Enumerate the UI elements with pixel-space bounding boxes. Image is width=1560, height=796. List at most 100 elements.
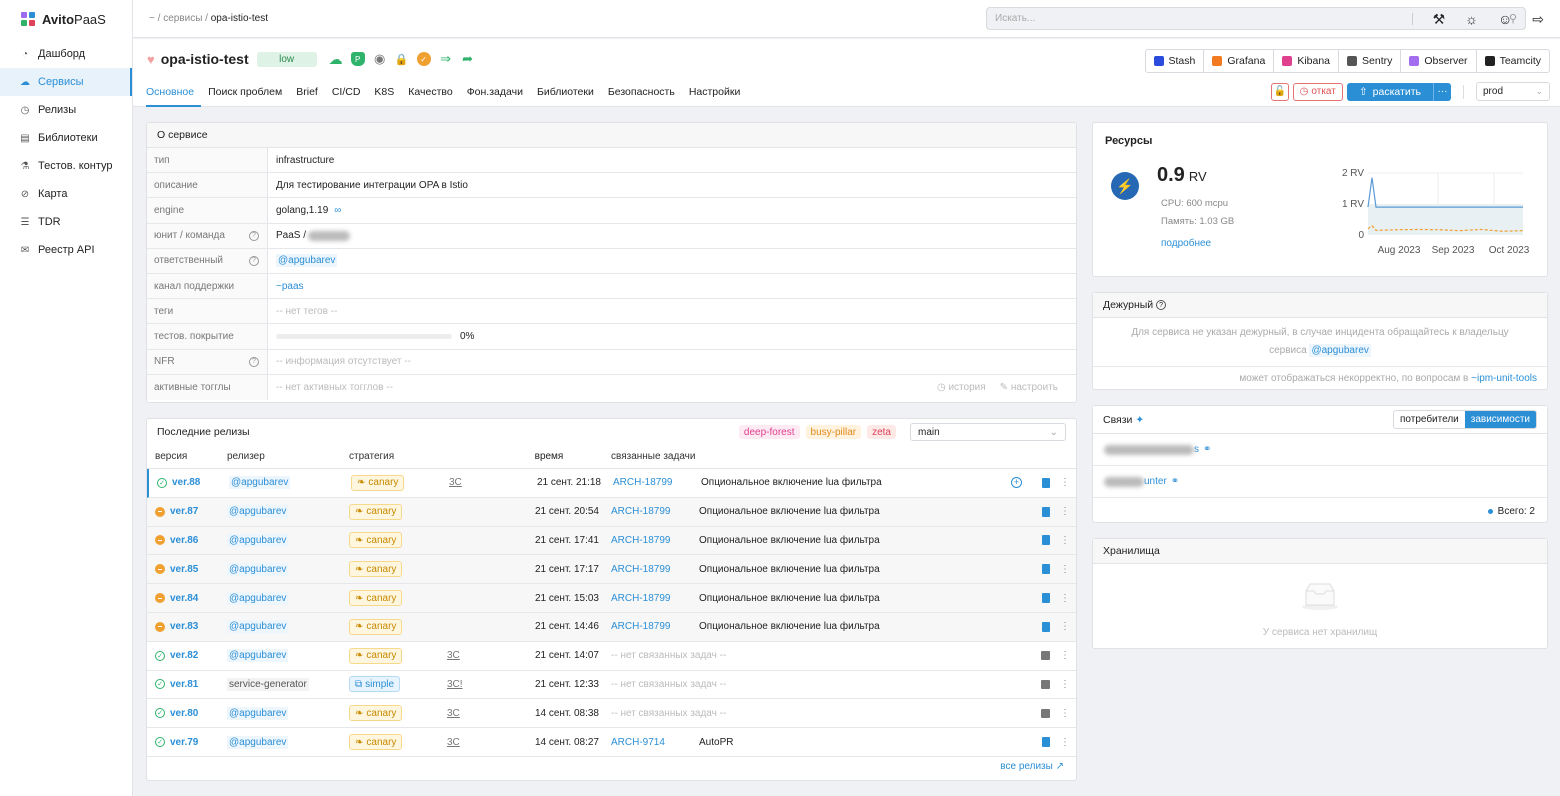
add-icon[interactable]: + [1011, 477, 1022, 489]
tools-icon[interactable]: ⚒ [1433, 11, 1446, 28]
breadcrumb-services[interactable]: сервисы [163, 13, 202, 24]
app-logo[interactable]: Avito PaaS [0, 0, 132, 38]
release-row[interactable]: ✓ ver.80 @apgubarev ❧ canary 3C 14 сент. 08:38… [147, 699, 1076, 729]
info-value-text[interactable]: ~paas [276, 281, 304, 292]
more-icon[interactable]: ⋮ [1060, 477, 1070, 488]
theme-icon[interactable]: ☼ [1465, 11, 1478, 27]
release-row[interactable]: ✓ ver.82 @apgubarev ❧ canary 3C 21 сент. 14:07… [147, 641, 1076, 671]
favorite-icon[interactable]: ♥ [147, 52, 155, 67]
link-icon[interactable]: ∞ [334, 205, 341, 216]
shield-icon[interactable]: P [350, 52, 365, 66]
releaser-link[interactable]: @apgubarev [227, 505, 289, 519]
deploy-more-button[interactable]: ··· [1433, 82, 1451, 101]
capabilities[interactable]: 3C [447, 737, 499, 748]
changelog-icon[interactable] [1042, 506, 1050, 517]
chain-link-icon[interactable]: ⚭ [1171, 476, 1179, 487]
capabilities[interactable]: 3C [447, 650, 499, 661]
capabilities[interactable]: 3C! [447, 679, 499, 690]
releaser-link[interactable]: @apgubarev [227, 706, 289, 720]
more-icon[interactable]: ⋮ [1060, 708, 1070, 719]
breadcrumb-root[interactable]: ~ [149, 13, 155, 24]
info-value-text[interactable]: @apgubarev [276, 254, 338, 268]
releaser-link[interactable]: @apgubarev [227, 620, 289, 634]
release-row[interactable]: ✓ ver.88 @apgubarev ❧ canary 3C 21 сент. 21:18… [147, 469, 1076, 498]
more-icon[interactable]: ⋮ [1060, 650, 1070, 661]
toggle-configure-button[interactable]: ✎ настроить [1000, 382, 1058, 393]
dependency-name-suffix[interactable]: unter [1144, 476, 1167, 487]
lock-button[interactable]: 🔓 [1270, 82, 1289, 101]
more-icon[interactable]: ⋮ [1060, 679, 1070, 690]
tab-8[interactable]: Безопасность [608, 80, 682, 107]
logout-icon[interactable]: ⇨ [1532, 11, 1544, 28]
tab-1[interactable]: Поиск проблем [208, 80, 289, 107]
all-releases-link[interactable]: все релизы ↗ [1000, 761, 1064, 772]
owner-link[interactable]: @apgubarev [1309, 344, 1371, 357]
task-link[interactable]: ARCH-18799 [611, 535, 670, 546]
lock-icon[interactable]: 🔒 [395, 52, 409, 66]
more-icon[interactable]: ⋮ [1060, 535, 1070, 546]
sidebar-item-1[interactable]: ☁ Сервисы [0, 68, 132, 96]
release-row[interactable]: ver.84 @apgubarev ❧ canary 21 сент. 15:03 ARC… [147, 584, 1076, 613]
sidebar-item-0[interactable]: ◔ Дашборд [0, 40, 132, 68]
support-channel-link[interactable]: ~ipm-unit-tools [1471, 373, 1537, 384]
link-sentry[interactable]: Sentry [1339, 50, 1402, 72]
tab-6[interactable]: Фон.задачи [467, 80, 530, 107]
branch-select[interactable]: main ⌄ [910, 423, 1066, 441]
segment-0[interactable]: потребители [1394, 411, 1465, 428]
releaser-link[interactable]: @apgubarev [229, 476, 291, 490]
tab-0[interactable]: Основное [146, 80, 202, 107]
version-link[interactable]: ver.85 [170, 564, 198, 575]
sidebar-item-5[interactable]: ⊘ Карта [0, 180, 132, 208]
sidebar-item-3[interactable]: ▤ Библиотеки [0, 124, 132, 152]
version-link[interactable]: ver.86 [170, 535, 198, 546]
changelog-icon[interactable] [1042, 564, 1050, 575]
more-icon[interactable]: ⋮ [1060, 593, 1070, 604]
resources-more-link[interactable]: подробнее [1161, 238, 1211, 249]
environment-select[interactable]: prod ⌄ [1476, 82, 1550, 101]
link-stash[interactable]: Stash [1146, 50, 1205, 72]
releaser-link[interactable]: @apgubarev [227, 735, 289, 749]
help-icon[interactable]: ? [249, 255, 259, 266]
release-row[interactable]: ver.87 @apgubarev ❧ canary 21 сент. 20:54 ARC… [147, 497, 1076, 527]
version-link[interactable]: ver.84 [170, 593, 198, 604]
user-icon[interactable]: ☺ [1498, 11, 1512, 27]
login-icon[interactable]: ⇒ [439, 51, 453, 66]
version-link[interactable]: ver.87 [170, 506, 198, 517]
changelog-icon[interactable] [1042, 737, 1050, 748]
link-kibana[interactable]: Kibana [1274, 50, 1340, 72]
releaser-link[interactable]: @apgubarev [227, 562, 289, 576]
tab-3[interactable]: CI/CD [332, 80, 368, 107]
cluster-chip[interactable]: deep-forest [738, 425, 800, 439]
link-teamcity[interactable]: Teamcity [1477, 50, 1549, 72]
link-observer[interactable]: Observer [1401, 50, 1477, 72]
task-link[interactable]: ARCH-18799 [611, 593, 670, 604]
changelog-icon[interactable] [1042, 593, 1050, 604]
releaser-link[interactable]: @apgubarev [227, 533, 289, 547]
toggle-history-button[interactable]: ◷ история [937, 382, 986, 393]
releaser-link[interactable]: @apgubarev [227, 649, 289, 663]
tab-5[interactable]: Качество [408, 80, 459, 107]
eye-icon[interactable]: ◉ [373, 51, 387, 66]
changelog-icon[interactable] [1042, 477, 1050, 488]
capabilities[interactable]: 3C [447, 708, 499, 719]
rollback-button[interactable]: ◷ откат [1292, 82, 1343, 101]
tab-7[interactable]: Библиотеки [537, 80, 601, 107]
tab-2[interactable]: Brief [296, 80, 325, 107]
more-icon[interactable]: ⋮ [1060, 621, 1070, 632]
chain-link-icon[interactable]: ⚭ [1203, 444, 1211, 455]
sidebar-item-7[interactable]: ✉ Реестр API [0, 236, 132, 264]
deploy-button[interactable]: ⇧ раскатить [1346, 82, 1433, 101]
changelog-icon[interactable] [1042, 535, 1050, 546]
changelog-icon[interactable] [1042, 621, 1050, 632]
task-link[interactable]: ARCH-18799 [613, 477, 672, 488]
dependency-row[interactable]: unter ⚭ [1093, 466, 1547, 498]
dependency-name-suffix[interactable]: s [1194, 444, 1199, 455]
release-row[interactable]: ver.86 @apgubarev ❧ canary 21 сент. 17:41 ARC… [147, 526, 1076, 556]
task-link[interactable]: ARCH-18799 [611, 564, 670, 575]
task-link[interactable]: ARCH-9714 [611, 737, 665, 748]
more-icon[interactable]: ⋮ [1060, 564, 1070, 575]
version-link[interactable]: ver.82 [170, 650, 198, 661]
more-icon[interactable]: ⋮ [1060, 506, 1070, 517]
sidebar-item-4[interactable]: ⚗ Тестов. контур [0, 152, 132, 180]
version-link[interactable]: ver.79 [170, 737, 198, 748]
